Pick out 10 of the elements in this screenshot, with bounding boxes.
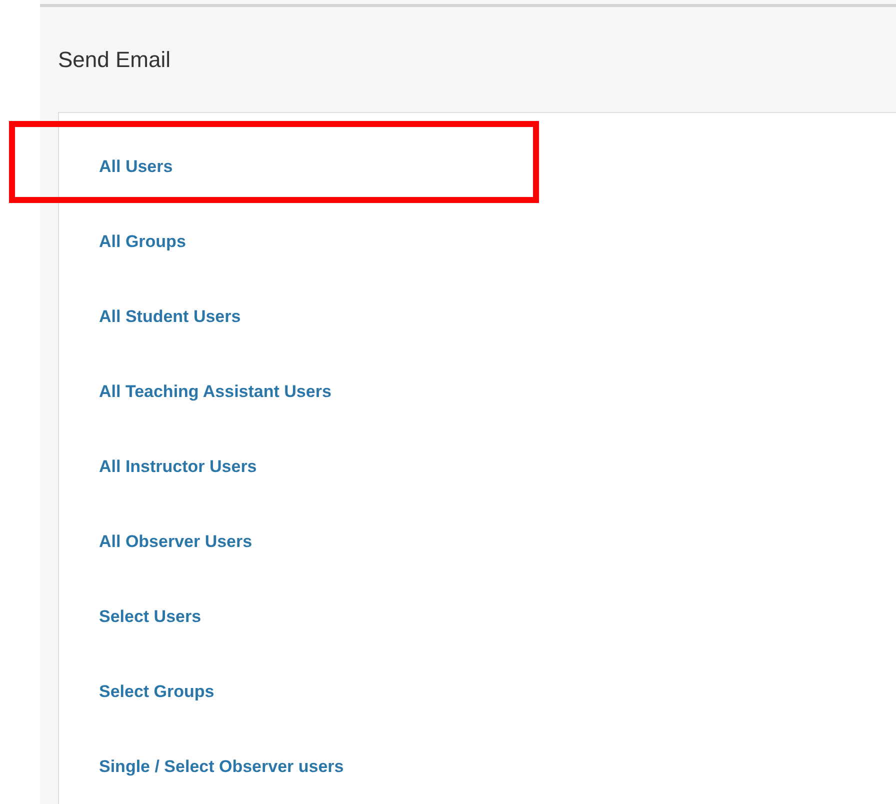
recipient-link[interactable]: All Teaching Assistant Users: [99, 378, 332, 404]
recipient-link[interactable]: Select Users: [99, 604, 202, 630]
recipient-link[interactable]: All Observer Users: [99, 528, 252, 554]
recipient-link[interactable]: Single / Select Observer users: [99, 754, 344, 780]
recipient-link[interactable]: All Instructor Users: [99, 454, 257, 480]
recipient-link[interactable]: All Users: [99, 154, 173, 180]
recipient-link[interactable]: Select Groups: [99, 678, 214, 704]
page-title: Send Email: [58, 46, 171, 74]
recipient-link[interactable]: All Student Users: [99, 304, 241, 330]
recipient-link[interactable]: All Groups: [99, 228, 186, 254]
